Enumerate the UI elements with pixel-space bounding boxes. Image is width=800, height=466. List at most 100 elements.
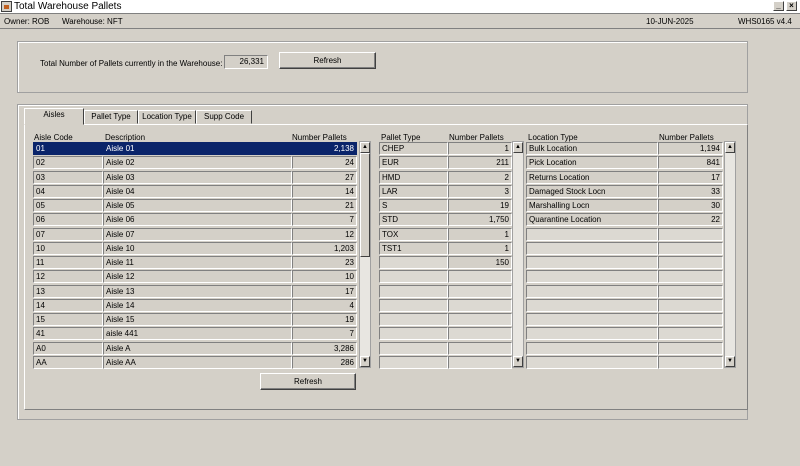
pallet_types-cell-type[interactable] bbox=[379, 355, 448, 369]
scroll-down-arrow-icon[interactable]: ▼ bbox=[513, 356, 523, 367]
tab-pallet-type[interactable]: Pallet Type bbox=[84, 110, 138, 124]
location_types-cell-count[interactable]: 30 bbox=[658, 199, 723, 212]
pallet_types-cell-type[interactable] bbox=[379, 270, 448, 284]
location_types-cell-type[interactable] bbox=[526, 298, 658, 312]
aisles-cell-code[interactable]: A0 bbox=[33, 341, 103, 355]
pallet_types-cell-count[interactable]: 211 bbox=[448, 156, 512, 170]
scroll-down-arrow-icon[interactable]: ▼ bbox=[360, 356, 370, 367]
pallet_types-cell-count[interactable] bbox=[448, 270, 512, 284]
aisles-cell-description[interactable]: Aisle 15 bbox=[103, 313, 292, 326]
aisles-cell-description[interactable]: Aisle 03 bbox=[103, 170, 292, 184]
aisles-cell-code[interactable]: 05 bbox=[33, 199, 103, 212]
location_types-cell-count[interactable] bbox=[658, 241, 723, 255]
pallet_types-cell-count[interactable] bbox=[448, 355, 512, 369]
location_types-cell-count[interactable] bbox=[658, 313, 723, 326]
aisles-cell-count[interactable]: 7 bbox=[292, 213, 357, 227]
location_types-cell-type[interactable] bbox=[526, 241, 658, 255]
aisles-cell-code[interactable]: 10 bbox=[33, 241, 103, 255]
pallet_types-cell-count[interactable]: 2 bbox=[448, 170, 512, 184]
aisles-cell-description[interactable]: Aisle 05 bbox=[103, 199, 292, 212]
aisles-cell-count[interactable]: 12 bbox=[292, 227, 357, 241]
pallet_types-cell-type[interactable]: TOX bbox=[379, 227, 448, 241]
aisles-cell-code[interactable]: 01 bbox=[33, 142, 103, 155]
aisles-cell-code[interactable]: 11 bbox=[33, 256, 103, 269]
aisles-cell-description[interactable]: Aisle A bbox=[103, 341, 292, 355]
aisles-cell-count[interactable]: 21 bbox=[292, 199, 357, 212]
aisles-cell-code[interactable]: AA bbox=[33, 355, 103, 369]
close-button[interactable]: × bbox=[786, 1, 797, 11]
aisles-cell-count[interactable]: 4 bbox=[292, 298, 357, 312]
aisles-cell-count[interactable]: 10 bbox=[292, 270, 357, 284]
location_types-cell-type[interactable]: Quarantine Location bbox=[526, 213, 658, 227]
pallet_types-cell-type[interactable]: TST1 bbox=[379, 241, 448, 255]
aisles-cell-description[interactable]: Aisle 13 bbox=[103, 284, 292, 298]
aisles-cell-description[interactable]: Aisle 04 bbox=[103, 184, 292, 198]
aisles-cell-description[interactable]: Aisle 14 bbox=[103, 298, 292, 312]
location_types-cell-type[interactable] bbox=[526, 327, 658, 341]
pallet_types-cell-count[interactable]: 150 bbox=[448, 256, 512, 269]
aisles-cell-description[interactable]: Aisle 06 bbox=[103, 213, 292, 227]
aisles-cell-description[interactable]: Aisle 10 bbox=[103, 241, 292, 255]
pallet_types-cell-type[interactable] bbox=[379, 298, 448, 312]
pallet_types-cell-count[interactable] bbox=[448, 327, 512, 341]
pallet_types-cell-type[interactable] bbox=[379, 256, 448, 269]
location-type-scrollbar[interactable]: ▲ ▼ bbox=[724, 141, 736, 368]
aisles-cell-count[interactable]: 14 bbox=[292, 184, 357, 198]
aisles-cell-count[interactable]: 27 bbox=[292, 170, 357, 184]
location_types-cell-type[interactable] bbox=[526, 341, 658, 355]
scroll-up-arrow-icon[interactable]: ▲ bbox=[360, 142, 370, 153]
scroll-up-arrow-icon[interactable]: ▲ bbox=[513, 142, 523, 153]
aisles-cell-count[interactable]: 1,203 bbox=[292, 241, 357, 255]
location_types-cell-type[interactable] bbox=[526, 313, 658, 326]
pallet_types-cell-type[interactable]: S bbox=[379, 199, 448, 212]
aisles-cell-code[interactable]: 41 bbox=[33, 327, 103, 341]
location_types-cell-type[interactable] bbox=[526, 284, 658, 298]
location_types-cell-count[interactable] bbox=[658, 256, 723, 269]
grid-refresh-button[interactable]: Refresh bbox=[260, 373, 356, 390]
scroll-down-arrow-icon[interactable]: ▼ bbox=[725, 356, 735, 367]
pallet-type-scrollbar[interactable]: ▲ ▼ bbox=[512, 141, 524, 368]
pallet_types-cell-type[interactable]: EUR bbox=[379, 156, 448, 170]
location_types-cell-count[interactable] bbox=[658, 270, 723, 284]
location_types-cell-count[interactable] bbox=[658, 298, 723, 312]
pallet_types-cell-count[interactable]: 1 bbox=[448, 241, 512, 255]
tab-aisles[interactable]: Aisles bbox=[24, 108, 84, 125]
aisles-cell-description[interactable]: aisle 441 bbox=[103, 327, 292, 341]
aisles-cell-code[interactable]: 07 bbox=[33, 227, 103, 241]
pallet_types-cell-type[interactable]: STD bbox=[379, 213, 448, 227]
location_types-cell-type[interactable] bbox=[526, 270, 658, 284]
pallet_types-cell-type[interactable]: LAR bbox=[379, 184, 448, 198]
aisles-cell-code[interactable]: 04 bbox=[33, 184, 103, 198]
summary-refresh-button[interactable]: Refresh bbox=[279, 52, 376, 69]
aisles-cell-code[interactable]: 03 bbox=[33, 170, 103, 184]
aisles-cell-count[interactable]: 2,138 bbox=[292, 142, 357, 155]
location_types-cell-type[interactable]: Returns Location bbox=[526, 170, 658, 184]
aisles-cell-count[interactable]: 17 bbox=[292, 284, 357, 298]
aisles-cell-count[interactable]: 3,286 bbox=[292, 341, 357, 355]
aisles-cell-code[interactable]: 14 bbox=[33, 298, 103, 312]
tab-location-type[interactable]: Location Type bbox=[138, 110, 196, 124]
location_types-cell-type[interactable] bbox=[526, 256, 658, 269]
location_types-cell-type[interactable]: Marshalling Locn bbox=[526, 199, 658, 212]
aisles-cell-description[interactable]: Aisle 12 bbox=[103, 270, 292, 284]
pallet_types-cell-count[interactable] bbox=[448, 341, 512, 355]
pallet_types-cell-count[interactable]: 1 bbox=[448, 142, 512, 155]
aisles-cell-count[interactable]: 7 bbox=[292, 327, 357, 341]
location_types-cell-count[interactable]: 22 bbox=[658, 213, 723, 227]
pallet_types-cell-count[interactable]: 1,750 bbox=[448, 213, 512, 227]
pallet_types-cell-count[interactable]: 19 bbox=[448, 199, 512, 212]
aisles-cell-code[interactable]: 15 bbox=[33, 313, 103, 326]
location_types-cell-count[interactable]: 841 bbox=[658, 156, 723, 170]
location_types-cell-count[interactable] bbox=[658, 227, 723, 241]
aisles-cell-count[interactable]: 23 bbox=[292, 256, 357, 269]
aisles-cell-count[interactable]: 286 bbox=[292, 355, 357, 369]
pallet_types-cell-count[interactable] bbox=[448, 298, 512, 312]
location_types-cell-type[interactable]: Damaged Stock Locn bbox=[526, 184, 658, 198]
aisles-cell-description[interactable]: Aisle 11 bbox=[103, 256, 292, 269]
aisles-cell-count[interactable]: 24 bbox=[292, 156, 357, 170]
location_types-cell-type[interactable]: Pick Location bbox=[526, 156, 658, 170]
minimize-button[interactable]: _ bbox=[773, 1, 784, 11]
aisles-cell-code[interactable]: 12 bbox=[33, 270, 103, 284]
aisles-cell-code[interactable]: 13 bbox=[33, 284, 103, 298]
location_types-cell-type[interactable] bbox=[526, 355, 658, 369]
